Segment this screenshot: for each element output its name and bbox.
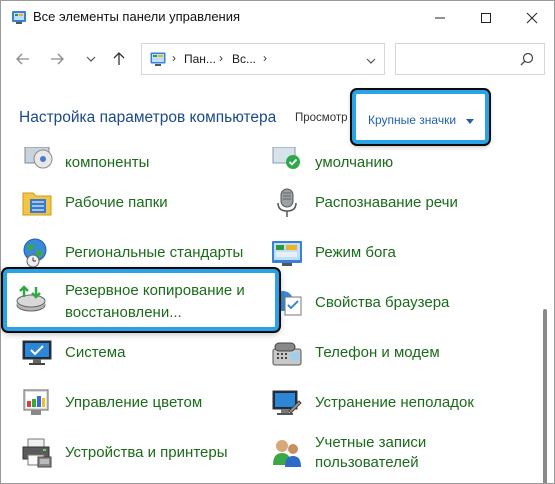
breadcrumb-separator: › [263, 51, 267, 65]
recent-locations-button[interactable] [81, 47, 101, 71]
item-backup-restore[interactable]: Резервное копирование и восстановлени... [3, 269, 279, 331]
item-devices-printers[interactable]: Устройства и принтеры [21, 437, 281, 483]
item-system[interactable]: Система [21, 337, 281, 383]
color-management-icon [23, 389, 49, 415]
work-folders-icon [22, 192, 52, 216]
breadcrumb-separator: › [172, 51, 176, 65]
item-label: Учетные записи [315, 434, 427, 451]
minimize-button[interactable] [417, 1, 463, 35]
minimize-icon [435, 17, 445, 19]
close-icon [526, 12, 538, 24]
up-button[interactable] [105, 47, 133, 71]
item-speech-recognition[interactable]: Распознавание речи [271, 187, 531, 233]
item-work-folders[interactable]: Рабочие папки [21, 187, 281, 233]
item-label: компоненты [65, 154, 150, 171]
back-button[interactable] [9, 47, 37, 71]
search-input[interactable] [395, 43, 545, 75]
item-label: Рабочие папки [65, 194, 168, 211]
view-by-value: Крупные значки [368, 113, 457, 127]
item-label: Распознавание речи [315, 194, 458, 211]
item-label-line2: пользователей [315, 454, 419, 471]
item-troubleshooting[interactable]: Устранение неполадок [271, 387, 531, 433]
item-label: Резервное копирование и [65, 282, 245, 299]
region-globe-icon [23, 238, 47, 268]
item-internet-options[interactable]: Свойства браузера [271, 287, 531, 333]
backup-restore-icon [16, 285, 46, 312]
page-title: Настройка параметров компьютера [19, 109, 277, 126]
window-title: Все элементы панели управления [33, 9, 241, 24]
user-accounts-icon [273, 440, 301, 467]
item-label: Устройства и принтеры [65, 444, 228, 461]
search-icon [520, 52, 534, 66]
chevron-down-icon [86, 56, 96, 62]
view-by-label: Просмотр [295, 112, 348, 124]
item-label: Режим бога [315, 244, 396, 261]
breadcrumb-segment[interactable]: Пан... [184, 52, 216, 66]
address-bar[interactable]: › Пан... › Вс... › [141, 43, 385, 75]
control-panel-icon [150, 52, 166, 66]
chevron-down-icon [366, 58, 376, 64]
item-color-management[interactable]: Управление цветом [21, 387, 281, 433]
breadcrumb-separator: › [219, 51, 223, 65]
phone-modem-icon [272, 342, 302, 366]
address-dropdown-button[interactable] [366, 53, 376, 71]
item-label: Свойства браузера [315, 294, 450, 311]
item-label: Региональные стандарты [65, 244, 244, 261]
item-label: Телефон и модем [315, 344, 440, 361]
default-programs-icon [272, 147, 300, 169]
god-mode-icon [272, 241, 302, 266]
item-label: Управление цветом [65, 394, 203, 411]
forward-button[interactable] [43, 47, 71, 71]
item-god-mode[interactable]: Режим бога [271, 237, 531, 283]
item-user-accounts[interactable]: Учетные записи пользователей [271, 433, 531, 479]
item-label: Устранение неполадок [315, 394, 474, 411]
item-label: умолчанию [315, 154, 394, 171]
breadcrumb-segment[interactable]: Вс... [232, 52, 256, 66]
arrow-up-icon [113, 52, 125, 65]
item-label-line2: восстановлени... [65, 304, 182, 321]
arrow-left-icon [16, 53, 29, 65]
title-bar: Все элементы панели управления [1, 1, 554, 35]
caret-down-icon [466, 119, 474, 124]
vertical-scrollbar[interactable] [543, 309, 547, 483]
view-by-dropdown[interactable]: Крупные значки [352, 90, 489, 144]
item-label: Система [65, 344, 126, 361]
navigation-bar: › Пан... › Вс... › [1, 37, 554, 81]
printer-icon [22, 438, 52, 468]
microphone-icon [277, 188, 297, 217]
maximize-button[interactable] [463, 1, 509, 35]
arrow-right-icon [51, 53, 64, 65]
item-phone-modem[interactable]: Телефон и модем [271, 337, 531, 383]
programs-features-icon [24, 147, 53, 169]
close-button[interactable] [509, 1, 554, 35]
control-panel-items: компоненты Рабочие папки Региональные ст… [1, 143, 541, 483]
maximize-icon [481, 13, 491, 23]
control-panel-icon [12, 11, 26, 24]
troubleshooting-icon [272, 390, 302, 415]
system-monitor-icon [22, 340, 52, 365]
control-panel-window: Все элементы панели управления › Пан... … [0, 0, 555, 484]
